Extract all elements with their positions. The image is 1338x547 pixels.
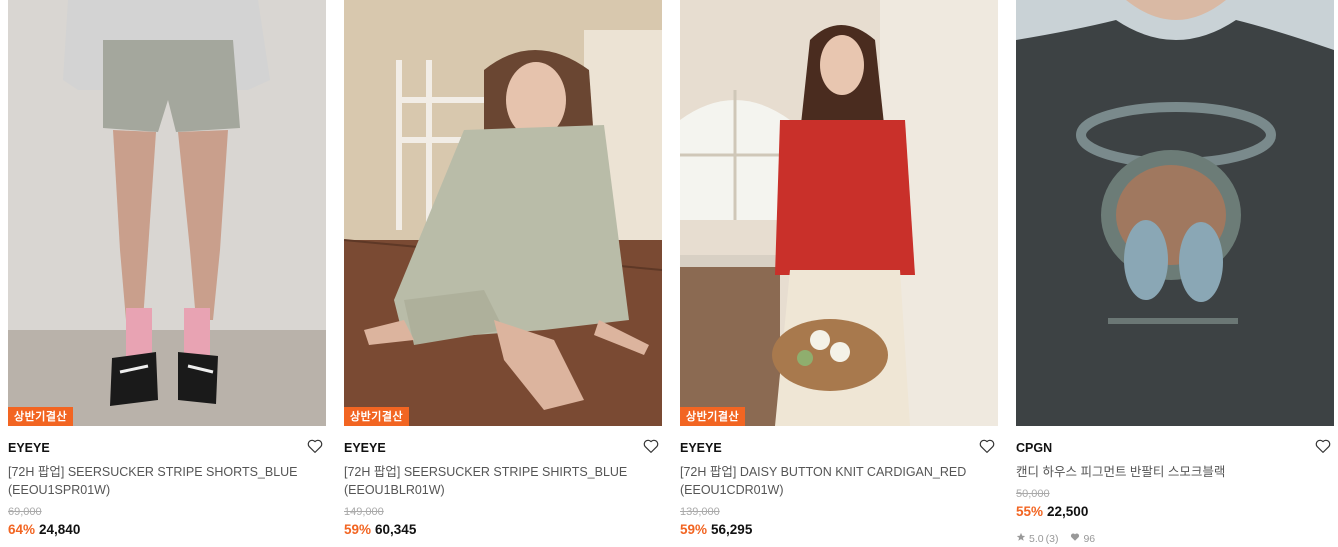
product-image[interactable]: 상반기결산 (680, 0, 998, 426)
discount-rate: 59% (344, 522, 372, 537)
star-icon (1016, 532, 1026, 545)
product-title[interactable]: [72H 팝업] SEERSUCKER STRIPE SHIRTS_BLUE (… (344, 463, 639, 499)
price-block: 69,000 64% 24,840 (8, 505, 80, 539)
final-price: 56,295 (711, 522, 753, 537)
product-card[interactable]: 상반기결산 EYEYE [72H 팝업] SEERSUCKER STRIPE S… (8, 0, 326, 547)
sale-badge: 상반기결산 (680, 407, 746, 426)
product-title[interactable]: 캔디 하우스 피그먼트 반팔티 스모크블랙 (1016, 463, 1311, 481)
product-image[interactable]: 상반기결산 (344, 0, 662, 426)
sale-badge: 상반기결산 (8, 407, 74, 426)
brand-name[interactable]: EYEYE (8, 441, 50, 455)
price-block: 139,000 59% 56,295 (680, 505, 752, 539)
product-title[interactable]: [72H 팝업] SEERSUCKER STRIPE SHORTS_BLUE (… (8, 463, 303, 499)
original-price: 50,000 (1016, 488, 1050, 500)
heart-outline-icon[interactable] (1314, 437, 1332, 455)
price-block: 50,000 55% 22,500 (1016, 487, 1088, 521)
discount-rate: 64% (8, 522, 36, 537)
product-image[interactable] (1016, 0, 1334, 426)
original-price: 139,000 (680, 506, 720, 518)
like-count: 96 (1083, 532, 1096, 545)
heart-outline-icon[interactable] (978, 437, 996, 455)
sale-price: 64% 24,840 (8, 521, 80, 539)
original-price: 69,000 (8, 506, 42, 518)
product-title[interactable]: [72H 팝업] DAISY BUTTON KNIT CARDIGAN_RED … (680, 463, 975, 499)
brand-name[interactable]: EYEYE (344, 441, 386, 455)
product-card[interactable]: CPGN 캔디 하우스 피그먼트 반팔티 스모크블랙 50,000 55% 22,… (1016, 0, 1334, 547)
brand-name[interactable]: EYEYE (680, 441, 722, 455)
sale-price: 59% 60,345 (344, 521, 416, 539)
heart-outline-icon[interactable] (642, 437, 660, 455)
rating-value: 5.0 (1029, 532, 1044, 545)
sale-price: 55% 22,500 (1016, 503, 1088, 521)
review-meta: 5.0 (3) 96 (1016, 532, 1095, 545)
original-price: 149,000 (344, 506, 384, 518)
product-image[interactable]: 상반기결산 (8, 0, 326, 426)
review-count: (3) (1045, 532, 1059, 545)
product-card[interactable]: 상반기결산 EYEYE [72H 팝업] DAISY BUTTON KNIT C… (680, 0, 998, 547)
discount-rate: 55% (1016, 504, 1044, 519)
product-grid: 상반기결산 EYEYE [72H 팝업] SEERSUCKER STRIPE S… (0, 0, 1338, 547)
final-price: 22,500 (1047, 504, 1089, 519)
sale-badge: 상반기결산 (344, 407, 410, 426)
brand-name[interactable]: CPGN (1016, 441, 1052, 455)
price-block: 149,000 59% 60,345 (344, 505, 416, 539)
product-card[interactable]: 상반기결산 EYEYE [72H 팝업] SEERSUCKER STRIPE S… (344, 0, 662, 547)
heart-outline-icon[interactable] (306, 437, 324, 455)
final-price: 24,840 (39, 522, 81, 537)
final-price: 60,345 (375, 522, 417, 537)
discount-rate: 59% (680, 522, 708, 537)
sale-price: 59% 56,295 (680, 521, 752, 539)
heart-filled-icon (1070, 532, 1080, 545)
